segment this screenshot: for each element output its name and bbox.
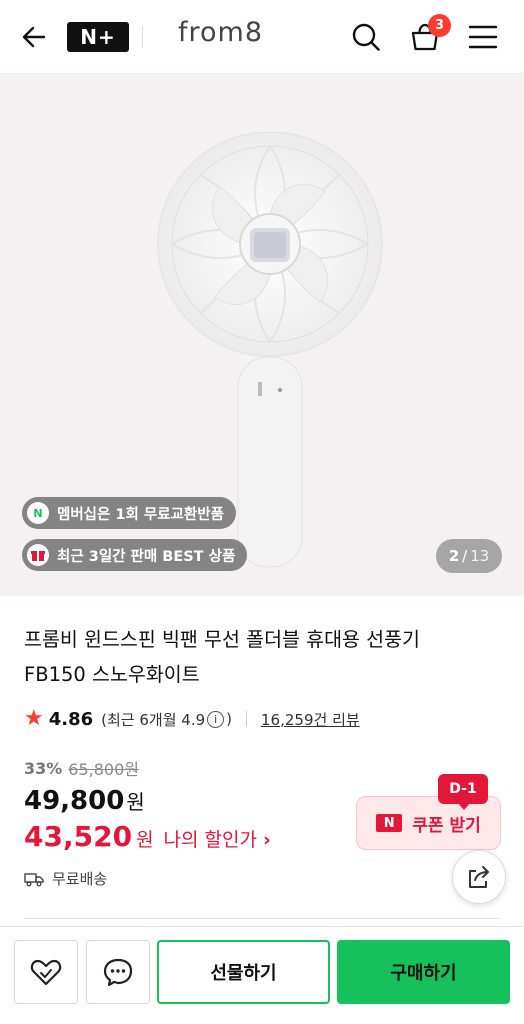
rating-score: 4.86 (48, 708, 94, 730)
rating-row: ★ 4.86 (최근 6개월 4.9 i ) 16,259건 리뷰 (24, 708, 360, 730)
recent-rating-text: (최근 6개월 4.9 (101, 710, 206, 729)
best-seller-badge: 최근 3일간 판매 BEST 상품 (22, 539, 248, 571)
discount-row: 33% 65,800원 (24, 756, 139, 780)
chat-inquiry-button[interactable] (86, 940, 150, 1004)
hamburger-menu-icon[interactable] (463, 17, 503, 57)
gift-box-icon (27, 544, 49, 566)
image-counter-total: 13 (470, 547, 490, 565)
image-counter-current: 2 (448, 547, 460, 565)
coupon-label: 쿠폰 받기 (412, 815, 481, 836)
store-brand-name[interactable]: from8 (178, 17, 263, 48)
wishlist-button[interactable] (14, 940, 78, 1004)
product-title: 프롬비 윈드스핀 빅팬 무선 폴더블 휴대용 선풍기 FB150 스노우화이트 (24, 622, 494, 692)
sale-price: 49,800 원 (24, 786, 145, 816)
product-image-carousel[interactable]: N 멤버십은 1회 무료교환반품 최근 3일간 판매 BEST 상품 2 / 1… (0, 74, 524, 596)
buy-button[interactable]: 구매하기 (337, 940, 510, 1004)
membership-return-badge: N 멤버십은 1회 무료교환반품 (22, 497, 236, 529)
share-icon[interactable] (452, 850, 506, 904)
header-divider (142, 26, 143, 48)
product-title-line2: FB150 스노우화이트 (24, 663, 200, 686)
star-icon: ★ (24, 706, 44, 731)
my-price-unit: 원 (136, 829, 154, 851)
rating-separator (246, 711, 248, 727)
section-divider (24, 918, 500, 919)
coupon-button[interactable]: N 쿠폰 받기 (356, 796, 501, 850)
my-discount-price[interactable]: 43,520 원 나의 할인가 › (24, 820, 271, 853)
image-counter: 2 / 13 (436, 539, 502, 573)
info-icon[interactable]: i (207, 710, 225, 728)
best-seller-text: 최근 3일간 판매 BEST 상품 (57, 548, 236, 565)
membership-n-icon: N (27, 502, 49, 524)
chat-bubble-icon (103, 958, 133, 987)
truck-icon (24, 872, 44, 886)
chevron-right-icon: › (263, 829, 271, 851)
cart-count-badge: 3 (428, 14, 451, 37)
image-counter-separator: / (462, 547, 468, 565)
d-day-tag: D-1 (438, 774, 488, 810)
coupon-n-icon: N (376, 814, 403, 832)
shipping-info: 무료배송 (24, 868, 107, 889)
sale-price-unit: 원 (126, 790, 145, 814)
shipping-text: 무료배송 (52, 870, 108, 888)
top-bar: N+ from8 3 (0, 0, 524, 74)
my-price-label: 나의 할인가 (163, 829, 257, 851)
heart-icon (30, 959, 62, 986)
bottom-action-bar: 선물하기 구매하기 (0, 926, 524, 1024)
product-title-line1: 프롬비 윈드스핀 빅팬 무선 폴더블 휴대용 선풍기 (24, 628, 420, 651)
sale-price-value: 49,800 (24, 786, 125, 816)
discount-percent: 33% (24, 758, 63, 778)
my-price-value: 43,520 (24, 820, 133, 853)
search-icon[interactable] (346, 17, 386, 57)
membership-badge-text: 멤버십은 1회 무료교환반품 (57, 506, 224, 523)
gift-button[interactable]: 선물하기 (157, 940, 330, 1004)
recent-rating-close: ) (226, 710, 233, 728)
review-count-link[interactable]: 16,259건 리뷰 (261, 709, 360, 730)
original-price: 65,800원 (68, 760, 140, 779)
naver-plus-logo[interactable]: N+ (67, 22, 129, 52)
back-arrow-icon[interactable] (14, 17, 54, 57)
